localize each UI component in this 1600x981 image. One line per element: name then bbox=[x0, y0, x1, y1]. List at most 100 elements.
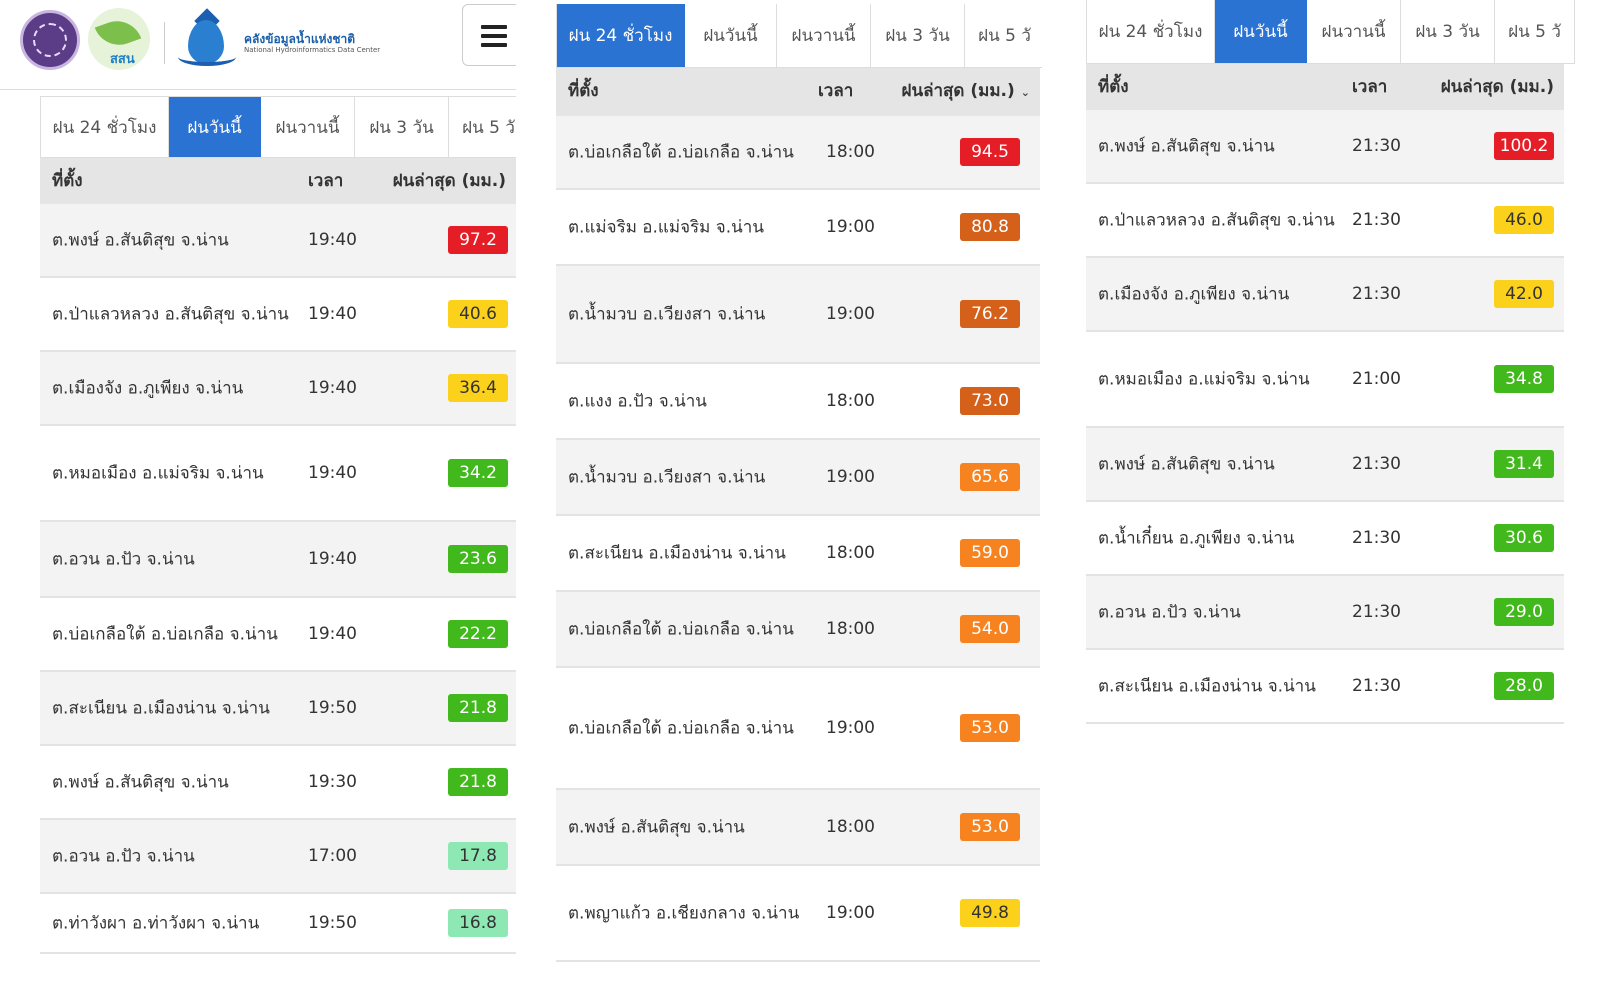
station-location[interactable]: ต.พงษ์ อ.สันติสุข จ.น่าน bbox=[568, 814, 745, 841]
table-row[interactable]: ต.บ่อเกลือใต้ อ.บ่อเกลือ จ.น่าน 19:00 53.0 bbox=[556, 668, 1040, 790]
station-location[interactable]: ต.บ่อเกลือใต้ อ.บ่อเกลือ จ.น่าน bbox=[52, 621, 278, 648]
table-row[interactable]: ต.อวน อ.ปัว จ.น่าน 21:30 29.0 bbox=[1086, 576, 1564, 650]
tab-rain-5-days[interactable]: ฝน 5 วั bbox=[1495, 0, 1575, 63]
column-header-location[interactable]: ที่ตั้ง bbox=[568, 68, 599, 114]
column-header-time[interactable]: เวลา bbox=[308, 158, 343, 204]
station-location[interactable]: ต.พงษ์ อ.สันติสุข จ.น่าน bbox=[52, 227, 229, 254]
table-row[interactable]: ต.พงษ์ อ.สันติสุข จ.น่าน 19:40 97.2 bbox=[40, 204, 516, 278]
table-row[interactable]: ต.แม่จริม อ.แม่จริม จ.น่าน 19:00 80.8 bbox=[556, 190, 1040, 266]
table-row[interactable]: ต.สะเนียน อ.เมืองน่าน จ.น่าน 18:00 59.0 bbox=[556, 516, 1040, 592]
station-location[interactable]: ต.ป่าแลวหลวง อ.สันติสุข จ.น่าน bbox=[1098, 207, 1335, 234]
station-location[interactable]: ต.สะเนียน อ.เมืองน่าน จ.น่าน bbox=[52, 695, 270, 722]
table-row[interactable]: ต.ท่าวังผา อ.ท่าวังผา จ.น่าน 19:50 16.8 bbox=[40, 894, 516, 954]
station-location[interactable]: ต.พงษ์ อ.สันติสุข จ.น่าน bbox=[1098, 451, 1275, 478]
reading-time: 19:00 bbox=[826, 467, 875, 487]
station-location[interactable]: ต.น้ำมวบ อ.เวียงสา จ.น่าน bbox=[568, 464, 765, 491]
station-location[interactable]: ต.บ่อเกลือใต้ อ.บ่อเกลือ จ.น่าน bbox=[568, 715, 794, 742]
rainfall-badge: 17.8 bbox=[448, 842, 508, 870]
column-header-rain[interactable]: ฝนล่าสุด (มม.) bbox=[393, 158, 506, 204]
station-location[interactable]: ต.อวน อ.ปัว จ.น่าน bbox=[52, 546, 195, 573]
table-row[interactable]: ต.พงษ์ อ.สันติสุข จ.น่าน 21:30 100.2 bbox=[1086, 110, 1564, 184]
tab-rain-24h[interactable]: ฝน 24 ชั่วโมง bbox=[41, 97, 169, 157]
column-header-time[interactable]: เวลา bbox=[1352, 64, 1387, 110]
station-location[interactable]: ต.เมืองจัง อ.ภูเพียง จ.น่าน bbox=[52, 375, 243, 402]
nhdc-logo[interactable] bbox=[178, 8, 238, 72]
table-row[interactable]: ต.น้ำมวบ อ.เวียงสา จ.น่าน 19:00 65.6 bbox=[556, 440, 1040, 516]
reading-time: 18:00 bbox=[826, 619, 875, 639]
sort-desc-icon[interactable]: ⌄ bbox=[1021, 70, 1030, 116]
table-row[interactable]: ต.สะเนียน อ.เมืองน่าน จ.น่าน 19:50 21.8 bbox=[40, 672, 516, 746]
table-row[interactable]: ต.อวน อ.ปัว จ.น่าน 17:00 17.8 bbox=[40, 820, 516, 894]
table-body: ต.พงษ์ อ.สันติสุข จ.น่าน 21:30 100.2 ต.ป่าแ… bbox=[1086, 110, 1564, 724]
tab-rain-5-days[interactable]: ฝน 5 วั bbox=[449, 97, 516, 157]
reading-time: 18:00 bbox=[826, 817, 875, 837]
station-location[interactable]: ต.น้ำเกี๋ยน อ.ภูเพียง จ.น่าน bbox=[1098, 525, 1294, 552]
station-location[interactable]: ต.อวน อ.ปัว จ.น่าน bbox=[52, 843, 195, 870]
rain-period-tabs: ฝน 24 ชั่วโมง ฝนวันนี้ ฝนวานนี้ ฝน 3 วัน ฝน … bbox=[40, 96, 516, 158]
column-header-rain[interactable]: ฝนล่าสุด (มม.) bbox=[1441, 64, 1554, 110]
tab-rain-today[interactable]: ฝนวันนี้ bbox=[1215, 0, 1307, 63]
table-row[interactable]: ต.ป่าแลวหลวง อ.สันติสุข จ.น่าน 19:40 40.6 bbox=[40, 278, 516, 352]
tab-rain-3-days[interactable]: ฝน 3 วัน bbox=[1401, 0, 1495, 63]
station-location[interactable]: ต.สะเนียน อ.เมืองน่าน จ.น่าน bbox=[568, 540, 786, 567]
station-location[interactable]: ต.พงษ์ อ.สันติสุข จ.น่าน bbox=[1098, 133, 1275, 160]
station-location[interactable]: ต.เมืองจัง อ.ภูเพียง จ.น่าน bbox=[1098, 281, 1289, 308]
table-row[interactable]: ต.หมอเมือง อ.แม่จริม จ.น่าน 21:00 34.8 bbox=[1086, 332, 1564, 428]
table-row[interactable]: ต.น้ำเกี๋ยน อ.ภูเพียง จ.น่าน 21:30 30.6 bbox=[1086, 502, 1564, 576]
station-location[interactable]: ต.บ่อเกลือใต้ อ.บ่อเกลือ จ.น่าน bbox=[568, 139, 794, 166]
tab-rain-today[interactable]: ฝนวันนี้ bbox=[685, 4, 777, 67]
tab-rain-24h[interactable]: ฝน 24 ชั่วโมง bbox=[1087, 0, 1215, 63]
rainfall-badge: 42.0 bbox=[1494, 280, 1554, 308]
tab-rain-yesterday[interactable]: ฝนวานนี้ bbox=[1307, 0, 1401, 63]
table-row[interactable]: ต.สะเนียน อ.เมืองน่าน จ.น่าน 21:30 28.0 bbox=[1086, 650, 1564, 724]
rainfall-badge: 30.6 bbox=[1494, 524, 1554, 552]
tab-rain-today[interactable]: ฝนวันนี้ bbox=[169, 97, 261, 157]
rainfall-badge: 29.0 bbox=[1494, 598, 1554, 626]
station-location[interactable]: ต.บ่อเกลือใต้ อ.บ่อเกลือ จ.น่าน bbox=[568, 616, 794, 643]
table-row[interactable]: ต.พงษ์ อ.สันติสุข จ.น่าน 21:30 31.4 bbox=[1086, 428, 1564, 502]
station-location[interactable]: ต.อวน อ.ปัว จ.น่าน bbox=[1098, 599, 1241, 626]
station-location[interactable]: ต.ท่าวังผา อ.ท่าวังผา จ.น่าน bbox=[52, 910, 259, 937]
rainfall-badge: 49.8 bbox=[960, 899, 1020, 927]
table-row[interactable]: ต.อวน อ.ปัว จ.น่าน 19:40 23.6 bbox=[40, 522, 516, 598]
table-row[interactable]: ต.พงษ์ อ.สันติสุข จ.น่าน 19:30 21.8 bbox=[40, 746, 516, 820]
station-location[interactable]: ต.ป่าแลวหลวง อ.สันติสุข จ.น่าน bbox=[52, 301, 289, 328]
table-row[interactable]: ต.พงษ์ อ.สันติสุข จ.น่าน 18:00 53.0 bbox=[556, 790, 1040, 866]
table-row[interactable]: ต.บ่อเกลือใต้ อ.บ่อเกลือ จ.น่าน 19:40 22.2 bbox=[40, 598, 516, 672]
column-header-time[interactable]: เวลา bbox=[818, 68, 853, 114]
table-row[interactable]: ต.บ่อเกลือใต้ อ.บ่อเกลือ จ.น่าน 18:00 94.5 bbox=[556, 116, 1040, 190]
tab-rain-yesterday[interactable]: ฝนวานนี้ bbox=[261, 97, 355, 157]
station-location[interactable]: ต.พงษ์ อ.สันติสุข จ.น่าน bbox=[52, 769, 229, 796]
column-header-location[interactable]: ที่ตั้ง bbox=[52, 158, 83, 204]
reading-time: 21:30 bbox=[1352, 676, 1401, 696]
rainfall-badge: 31.4 bbox=[1494, 450, 1554, 478]
column-header-rain[interactable]: ฝนล่าสุด (มม.) ⌄ bbox=[901, 68, 1030, 116]
reading-time: 21:30 bbox=[1352, 602, 1401, 622]
table-row[interactable]: ต.หมอเมือง อ.แม่จริม จ.น่าน 19:40 34.2 bbox=[40, 426, 516, 522]
station-location[interactable]: ต.น้ำมวบ อ.เวียงสา จ.น่าน bbox=[568, 301, 765, 328]
station-location[interactable]: ต.หมอเมือง อ.แม่จริม จ.น่าน bbox=[52, 460, 264, 487]
table-row[interactable]: ต.แงง อ.ปัว จ.น่าน 18:00 73.0 bbox=[556, 364, 1040, 440]
station-location[interactable]: ต.พญาแก้ว อ.เชียงกลาง จ.น่าน bbox=[568, 900, 799, 927]
station-location[interactable]: ต.แงง อ.ปัว จ.น่าน bbox=[568, 388, 707, 415]
hii-logo[interactable]: สสน bbox=[88, 8, 150, 70]
rainfall-badge: 28.0 bbox=[1494, 672, 1554, 700]
table-row[interactable]: ต.น้ำมวบ อ.เวียงสา จ.น่าน 19:00 76.2 bbox=[556, 266, 1040, 364]
tab-rain-yesterday[interactable]: ฝนวานนี้ bbox=[777, 4, 871, 67]
station-location[interactable]: ต.หมอเมือง อ.แม่จริม จ.น่าน bbox=[1098, 366, 1310, 393]
table-row[interactable]: ต.เมืองจัง อ.ภูเพียง จ.น่าน 21:30 42.0 bbox=[1086, 258, 1564, 332]
tab-rain-3-days[interactable]: ฝน 3 วัน bbox=[871, 4, 965, 67]
table-row[interactable]: ต.พญาแก้ว อ.เชียงกลาง จ.น่าน 19:00 49.8 bbox=[556, 866, 1040, 962]
ministry-seal-logo[interactable] bbox=[20, 10, 80, 70]
table-row[interactable]: ต.เมืองจัง อ.ภูเพียง จ.น่าน 19:40 36.4 bbox=[40, 352, 516, 426]
column-header-location[interactable]: ที่ตั้ง bbox=[1098, 64, 1129, 110]
table-row[interactable]: ต.ป่าแลวหลวง อ.สันติสุข จ.น่าน 21:30 46.0 bbox=[1086, 184, 1564, 258]
hamburger-menu-icon[interactable] bbox=[462, 4, 516, 66]
table-row[interactable]: ต.บ่อเกลือใต้ อ.บ่อเกลือ จ.น่าน 18:00 54.0 bbox=[556, 592, 1040, 668]
rainfall-badge: 16.8 bbox=[448, 909, 508, 937]
tab-rain-24h[interactable]: ฝน 24 ชั่วโมง bbox=[557, 4, 685, 67]
station-location[interactable]: ต.แม่จริม อ.แม่จริม จ.น่าน bbox=[568, 214, 764, 241]
tab-rain-3-days[interactable]: ฝน 3 วัน bbox=[355, 97, 449, 157]
station-location[interactable]: ต.สะเนียน อ.เมืองน่าน จ.น่าน bbox=[1098, 673, 1316, 700]
tab-rain-5-days[interactable]: ฝน 5 วั bbox=[965, 4, 1042, 67]
